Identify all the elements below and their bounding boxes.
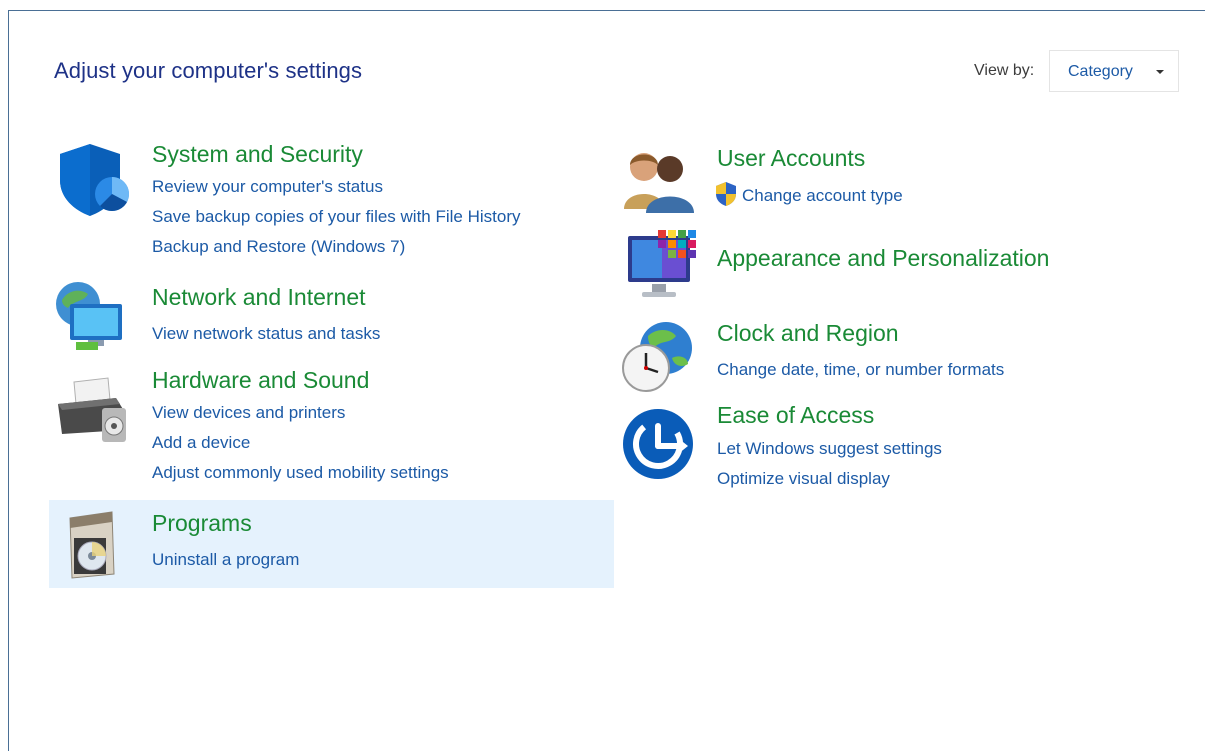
category-hardware-sound[interactable]: Hardware and Sound <box>152 367 369 394</box>
view-by-dropdown[interactable]: Category <box>1049 50 1179 92</box>
link-change-account-type[interactable]: Change account type <box>742 186 903 206</box>
shield-icon[interactable] <box>56 142 132 218</box>
category-appearance-personalization[interactable]: Appearance and Personalization <box>717 245 1049 272</box>
page-title: Adjust your computer's settings <box>54 58 363 83</box>
category-network-internet[interactable]: Network and Internet <box>152 284 366 311</box>
link-devices-printers[interactable]: View devices and printers <box>152 403 345 423</box>
link-uninstall-program[interactable]: Uninstall a program <box>152 550 299 570</box>
clock-globe-icon[interactable] <box>620 318 696 394</box>
category-clock-region[interactable]: Clock and Region <box>717 320 899 347</box>
link-file-history[interactable]: Save backup copies of your files with Fi… <box>152 207 521 227</box>
link-add-device[interactable]: Add a device <box>152 433 250 453</box>
link-mobility-settings[interactable]: Adjust commonly used mobility settings <box>152 463 449 483</box>
category-system-security[interactable]: System and Security <box>152 141 363 168</box>
monitor-palette-icon[interactable] <box>622 226 698 302</box>
programs-icon[interactable] <box>62 510 138 586</box>
link-review-status[interactable]: Review your computer's status <box>152 177 383 197</box>
uac-shield-icon <box>714 181 738 207</box>
top-strip <box>0 0 1205 10</box>
dropdown-caret-icon <box>1156 70 1164 74</box>
category-programs[interactable]: Programs <box>152 510 252 537</box>
printer-icon[interactable] <box>54 374 130 450</box>
link-backup-restore[interactable]: Backup and Restore (Windows 7) <box>152 237 405 257</box>
link-date-time-formats[interactable]: Change date, time, or number formats <box>717 360 1004 380</box>
link-suggest-settings[interactable]: Let Windows suggest settings <box>717 439 942 459</box>
category-user-accounts[interactable]: User Accounts <box>717 145 865 172</box>
link-optimize-visual-display[interactable]: Optimize visual display <box>717 469 890 489</box>
category-ease-of-access[interactable]: Ease of Access <box>717 402 874 429</box>
view-by-value: Category <box>1068 63 1133 80</box>
link-network-status[interactable]: View network status and tasks <box>152 324 380 344</box>
view-by-label: View by: <box>974 62 1035 79</box>
user-accounts-icon[interactable] <box>622 145 698 221</box>
ease-of-access-icon[interactable] <box>622 406 698 482</box>
network-icon[interactable] <box>54 280 130 356</box>
